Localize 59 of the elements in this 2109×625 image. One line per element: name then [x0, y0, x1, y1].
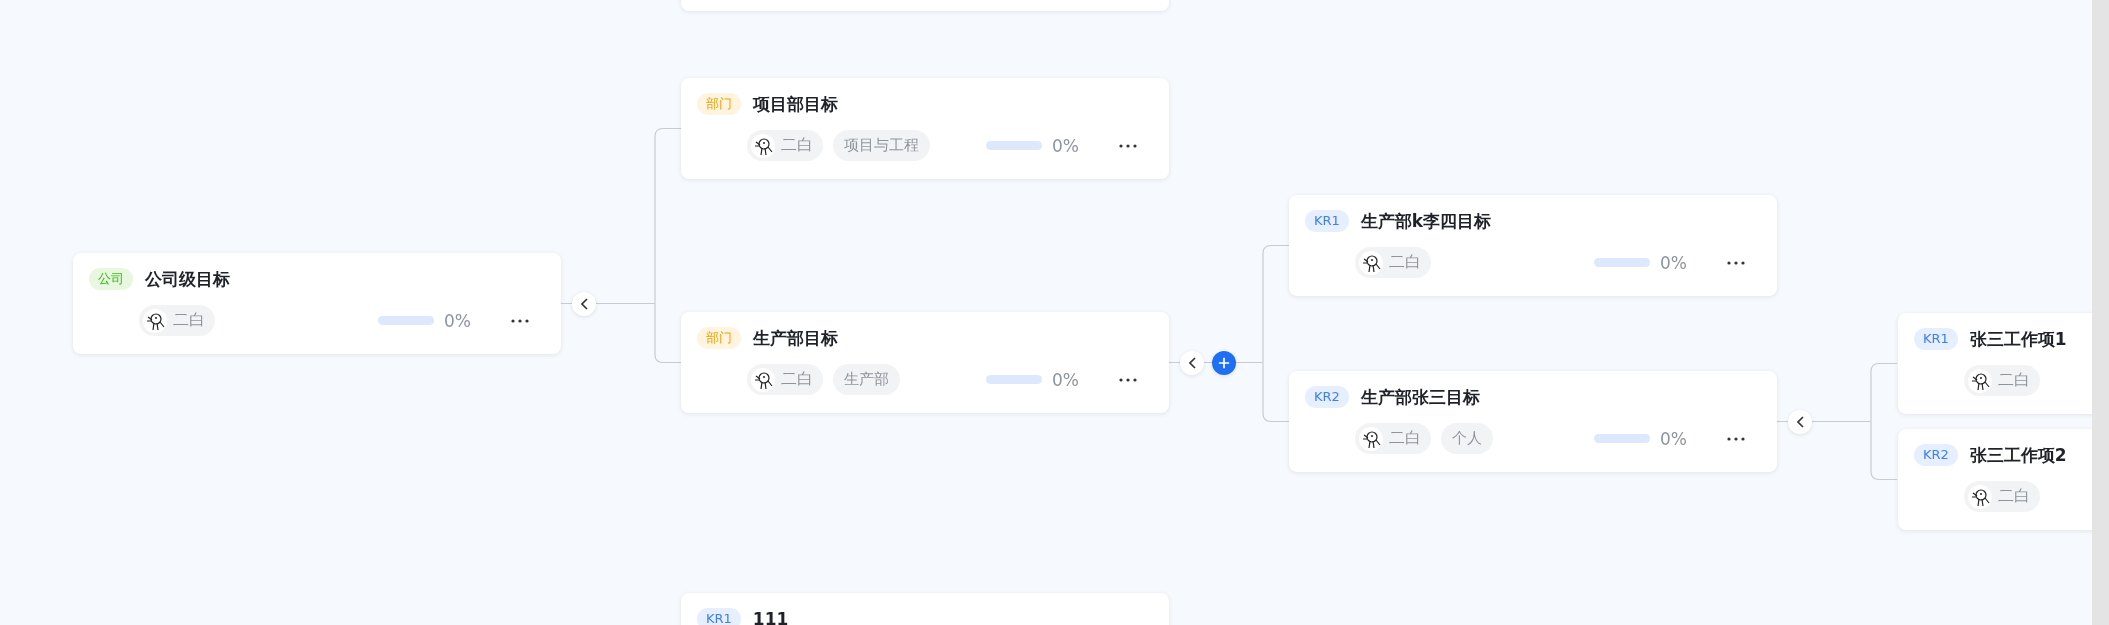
chevron-left-icon	[580, 297, 588, 310]
type-tag: KR1	[1305, 210, 1349, 232]
avatar-icon	[751, 133, 775, 158]
avatar-icon	[751, 367, 775, 392]
node-title: 公司级目标	[145, 267, 230, 291]
more-icon	[511, 318, 529, 323]
collapse-button[interactable]	[1180, 350, 1204, 375]
owner-name: 二白	[1998, 486, 2030, 507]
owner-name: 二白	[781, 369, 813, 390]
node-card[interactable]: KR1 张三工作项1 二白	[1898, 313, 2092, 414]
node-title: 项目部目标	[753, 92, 838, 116]
node-title: 生产部目标	[753, 326, 838, 350]
type-tag: KR2	[1305, 386, 1349, 408]
type-tag: KR2	[1914, 444, 1958, 466]
node-title: 生产部张三目标	[1360, 385, 1480, 409]
collapse-button[interactable]	[572, 291, 596, 316]
department-tag: 项目与工程	[833, 130, 930, 161]
more-icon	[1727, 260, 1745, 265]
type-tag: 公司	[89, 268, 133, 290]
more-icon	[1119, 377, 1137, 382]
more-icon	[1727, 436, 1745, 441]
owner-name: 二白	[173, 310, 205, 331]
type-tag: KR1	[1914, 328, 1958, 350]
owner-name: 二白	[1998, 370, 2030, 391]
avatar-icon	[1359, 250, 1383, 275]
node-title: 张三工作项2	[1969, 443, 2067, 467]
progress-percent: 0%	[444, 310, 471, 331]
avatar-icon	[1359, 426, 1383, 451]
node-card[interactable]: KR1 生产部k李四目标 二白 0%	[1289, 195, 1777, 296]
owner-name: 二白	[1389, 428, 1421, 449]
node-card[interactable]: 部门 生产部目标 二白 生产部 0%	[681, 312, 1169, 413]
more-icon	[1119, 143, 1137, 148]
type-tag: 部门	[697, 93, 741, 115]
node-title: 张三工作项1	[1969, 327, 2067, 351]
node-card[interactable]: KR2 生产部张三目标 二白 个人 0%	[1289, 371, 1777, 472]
department-tag: 个人	[1441, 423, 1493, 454]
progress-percent: 0%	[1052, 369, 1079, 390]
node-title: 111	[752, 609, 789, 625]
department-tag: 生产部	[833, 364, 900, 395]
chevron-left-icon	[1796, 415, 1804, 428]
node-card[interactable]: 公司 公司级目标 二白 0%	[73, 253, 561, 354]
type-tag: 部门	[697, 327, 741, 349]
node-title: 生产部k李四目标	[1360, 209, 1492, 233]
node-card[interactable]: KR2 张三工作项2 二白	[1898, 429, 2092, 530]
collapse-button[interactable]	[1788, 409, 1812, 434]
chevron-left-icon	[1188, 356, 1196, 369]
avatar-icon	[1968, 484, 1992, 509]
owner-name: 二白	[1389, 252, 1421, 273]
plus-icon	[1218, 356, 1230, 369]
progress-percent: 0%	[1052, 135, 1079, 156]
avatar-icon	[143, 308, 167, 333]
type-tag: KR1	[697, 608, 741, 625]
avatar-icon	[1968, 368, 1992, 393]
node-card[interactable]: KR1 111	[681, 593, 1169, 625]
progress-percent: 0%	[1660, 428, 1687, 449]
add-button[interactable]	[1212, 350, 1236, 375]
node-card[interactable]: 部门 项目部目标 二白 项目与工程 0%	[681, 78, 1169, 179]
progress-percent: 0%	[1660, 252, 1687, 273]
owner-name: 二白	[781, 135, 813, 156]
